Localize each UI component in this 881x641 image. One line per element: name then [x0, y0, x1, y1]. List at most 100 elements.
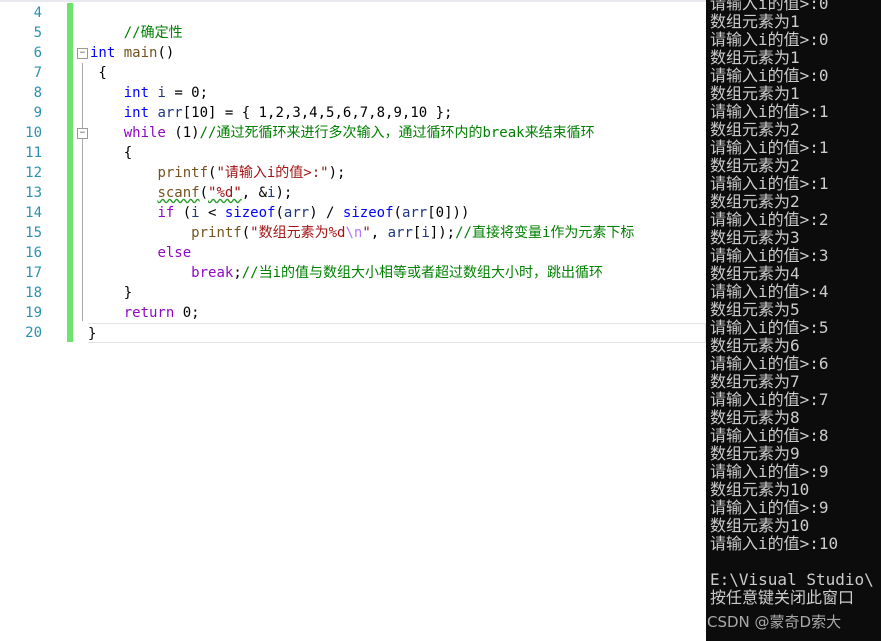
- line-number: 8: [33, 85, 42, 101]
- code-token: ;: [233, 265, 242, 281]
- console-line: 数组元素为5: [710, 300, 800, 319]
- line-number: 9: [33, 105, 42, 121]
- code-token: int: [123, 105, 150, 121]
- code-token: ,: [370, 225, 388, 241]
- console-line: 数组元素为7: [710, 372, 800, 391]
- console-line: 数组元素为3: [710, 228, 800, 247]
- code-token: sizeof: [224, 205, 276, 221]
- code-token: \n: [345, 225, 363, 241]
- console-line: 数组元素为1: [710, 48, 800, 67]
- code-line: int main(): [90, 43, 706, 63]
- code-token: if: [157, 205, 175, 221]
- code-token: (: [199, 185, 209, 201]
- code-token: //确定性: [90, 25, 183, 41]
- code-token: "%d": [208, 185, 242, 201]
- code-line: {: [90, 143, 706, 163]
- code-token: main: [123, 45, 158, 61]
- console-line: 数组元素为10: [710, 480, 810, 499]
- collapse-while-icon[interactable]: −: [77, 128, 88, 139]
- console-line: 请输入i的值>:8: [710, 426, 829, 445]
- console-line: 请输入i的值>:9: [710, 462, 829, 481]
- line-number: 15: [25, 225, 42, 241]
- console-line: 请输入i的值>:0: [710, 30, 829, 49]
- code-line: int arr[10] = { 1,2,3,4,5,6,7,8,9,10 };: [90, 103, 706, 123]
- console-line: 请输入i的值>:6: [710, 354, 829, 373]
- console-line: 请输入i的值>:1: [710, 102, 829, 121]
- code-token: printf: [191, 225, 242, 241]
- console-line: 请输入i的值>:10: [710, 534, 839, 553]
- code-line: {: [90, 63, 706, 83]
- console-line: 请输入i的值>:4: [710, 282, 829, 301]
- code-token: (: [174, 205, 192, 221]
- line-number: 6: [33, 45, 42, 61]
- code-line: int i = 0;: [90, 83, 706, 103]
- line-number: 14: [25, 205, 42, 221]
- console-line: 数组元素为4: [710, 264, 800, 283]
- console-window: 请输入i的值>:0 数组元素为1 请输入i的值>:0 数组元素为1 请输入i的值>:0 数…: [706, 0, 881, 641]
- code-editor[interactable]: 4 5 6 7 8 9 10 11 12 13 14 15 16 17 18 19 20 − − //确定性 in…: [0, 0, 706, 641]
- code-line: //确定性: [90, 23, 706, 43]
- editor-top-border: [0, 0, 706, 2]
- code-token: <: [199, 205, 225, 221]
- code-token: else: [157, 245, 192, 261]
- code-token: ) /: [309, 205, 343, 221]
- code-line: printf("请输入i的值>:");: [90, 163, 706, 183]
- line-number: 16: [25, 245, 42, 261]
- code-line: while (1)//通过死循环来进行多次输入，通过循环内的break来结束循环: [90, 123, 706, 143]
- code-token: }: [88, 326, 97, 342]
- code-token: //当i的值与数组大小相等或者超过数组大小时，跳出循环: [241, 265, 604, 281]
- code-token: {: [90, 65, 107, 81]
- code-token: int: [90, 45, 116, 61]
- code-token: i: [191, 205, 200, 221]
- code-token: , &: [241, 185, 268, 201]
- code-token: (: [241, 225, 251, 241]
- line-number: 10: [25, 125, 42, 141]
- code-token: int: [123, 85, 150, 101]
- code-token: //通过死循环来进行多次输入，通过循环内的break来结束循环: [199, 125, 595, 141]
- line-number: 20: [25, 325, 42, 341]
- code-line: return 0;: [90, 303, 706, 323]
- code-token: (): [157, 45, 175, 61]
- line-number: 4: [33, 5, 42, 21]
- code-token: [10] = { 1,2,3,4,5,6,7,8,9,10 };: [182, 105, 453, 121]
- code-token: arr: [387, 225, 413, 241]
- code-area[interactable]: //确定性 int main() { int i = 0; int arr[10]…: [88, 3, 706, 343]
- code-token: while: [123, 125, 166, 141]
- code-line: }: [90, 283, 706, 303]
- code-token: (1): [165, 125, 200, 141]
- console-line: E:\Visual Studio\: [710, 570, 874, 589]
- line-number-gutter: 4 5 6 7 8 9 10 11 12 13 14 15 16 17 18 19 20: [0, 3, 48, 343]
- code-token: break: [191, 265, 234, 281]
- console-line: 数组元素为9: [710, 444, 800, 463]
- code-token: );: [328, 165, 346, 181]
- console-line: 请输入i的值>:2: [710, 210, 829, 229]
- line-number: 18: [25, 285, 42, 301]
- collapse-main-icon[interactable]: −: [77, 48, 88, 59]
- code-token: ]);: [429, 225, 456, 241]
- code-token: [0])): [427, 205, 470, 221]
- code-line: if (i < sizeof(arr) / sizeof(arr[0])): [90, 203, 706, 223]
- code-token: printf: [157, 165, 209, 181]
- line-number: 12: [25, 165, 42, 181]
- code-token: 0;: [174, 305, 200, 321]
- line-number: 5: [33, 25, 42, 41]
- code-line: break;//当i的值与数组大小相等或者超过数组大小时，跳出循环: [90, 263, 706, 283]
- line-number: 13: [25, 185, 42, 201]
- line-number: 11: [25, 145, 42, 161]
- code-line: scanf("%d", &i);: [90, 183, 706, 203]
- code-token: );: [275, 185, 293, 201]
- console-line: 请输入i的值>:1: [710, 174, 829, 193]
- console-line: 请输入i的值>:1: [710, 138, 829, 157]
- console-line: 请输入i的值>:7: [710, 390, 829, 409]
- console-line: 数组元素为6: [710, 336, 800, 355]
- console-line: 请输入i的值>:9: [710, 498, 829, 517]
- code-token: sizeof: [342, 205, 394, 221]
- watermark: CSDN @蒙奇D索大: [707, 613, 842, 631]
